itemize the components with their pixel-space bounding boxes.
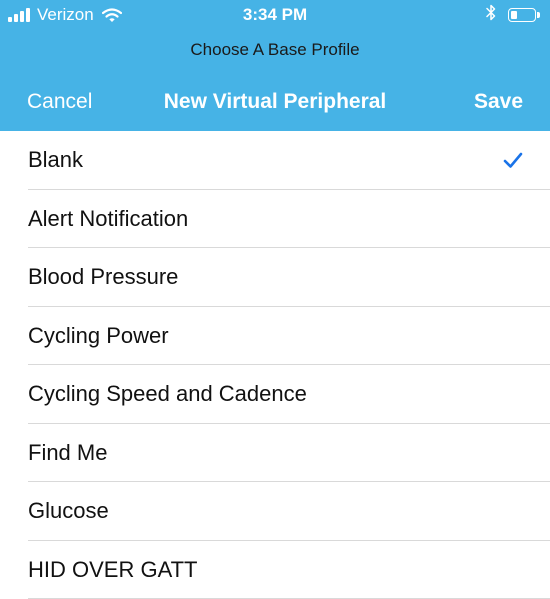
battery-cap xyxy=(537,12,540,18)
profile-label: Cycling Speed and Cadence xyxy=(28,365,307,423)
profile-row[interactable]: Alert Notification xyxy=(0,190,550,249)
checkmark-icon xyxy=(503,151,523,169)
cancel-button[interactable]: Cancel xyxy=(27,88,92,116)
profile-row[interactable]: Cycling Power xyxy=(0,307,550,366)
profile-row[interactable]: HID OVER GATT xyxy=(0,541,550,599)
header: Verizon 3:34 PM Choose A Base Profile xyxy=(0,0,550,131)
bluetooth-icon xyxy=(486,4,496,26)
battery-icon xyxy=(508,8,536,22)
profile-label: Alert Notification xyxy=(28,190,188,248)
profile-label: HID OVER GATT xyxy=(28,541,198,599)
profile-row[interactable]: Glucose xyxy=(0,482,550,541)
status-bar: Verizon 3:34 PM xyxy=(0,0,550,30)
battery-level-fill xyxy=(511,11,517,19)
profile-label: Blood Pressure xyxy=(28,248,178,306)
profile-row[interactable]: Blood Pressure xyxy=(0,248,550,307)
profile-row[interactable]: Cycling Speed and Cadence xyxy=(0,365,550,424)
profile-row[interactable]: Find Me xyxy=(0,424,550,483)
save-button[interactable]: Save xyxy=(474,88,523,116)
profile-label: Glucose xyxy=(28,482,109,540)
profile-label: Cycling Power xyxy=(28,307,169,365)
status-right xyxy=(486,5,540,25)
status-time: 3:34 PM xyxy=(0,4,550,26)
profile-label: Find Me xyxy=(28,424,107,482)
profile-prompt: Choose A Base Profile xyxy=(0,39,550,61)
profile-list: Blank Alert Notification Blood Pressure … xyxy=(0,131,550,599)
profile-label: Blank xyxy=(28,131,83,189)
profile-row[interactable]: Blank xyxy=(0,131,550,190)
